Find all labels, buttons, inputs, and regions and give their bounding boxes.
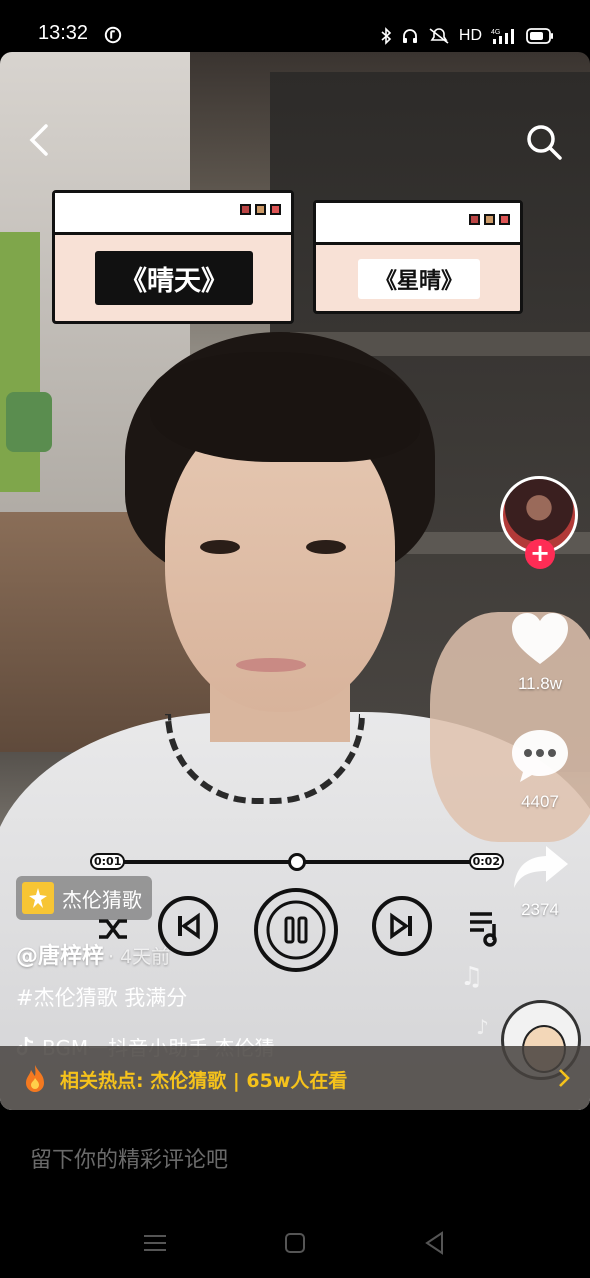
headphones-icon (402, 29, 417, 43)
comment-count: 4407 (521, 792, 559, 811)
music-note-icon: ♫ (460, 962, 484, 992)
search-icon (527, 125, 562, 160)
progress-end-time: 0:02 (468, 853, 504, 870)
chevron-right-icon (559, 1069, 570, 1087)
music-progress-bar: 0:01 0:02 (90, 852, 504, 872)
pause-icon (254, 888, 338, 972)
share-button[interactable]: 2374 (505, 842, 575, 920)
mute-icon (429, 28, 449, 44)
back-triangle-icon[interactable] (420, 1228, 450, 1258)
author-name[interactable]: @唐梓梓 (16, 944, 104, 969)
tiktok-status-icon (104, 26, 122, 44)
home-icon[interactable] (280, 1228, 310, 1258)
song-card-1: 《晴天》 (52, 190, 294, 324)
battery-icon (526, 28, 553, 44)
bluetooth-icon (381, 27, 392, 45)
follow-button[interactable]: + (525, 539, 555, 569)
song-card-title: 《晴天》 (95, 251, 253, 305)
comment-icon (512, 730, 568, 782)
progress-start-time: 0:01 (90, 853, 126, 870)
topic-tag[interactable]: 杰伦猜歌 (16, 876, 152, 920)
post-caption[interactable]: #杰伦猜歌 我满分 (16, 982, 187, 1012)
status-time: 13:32 (38, 22, 89, 44)
comment-button[interactable]: 4407 (505, 728, 575, 812)
progress-knob (288, 853, 306, 871)
song-card-title: 《星晴》 (358, 259, 480, 299)
like-count: 11.8w (517, 674, 563, 693)
signal-icon: 4G (491, 29, 514, 44)
topic-icon (22, 882, 54, 914)
related-hot-topic-bar[interactable]: 相关热点: 杰伦猜歌 | 65w人在看 (0, 1046, 590, 1110)
share-count: 2374 (521, 900, 559, 919)
back-button[interactable] (24, 118, 54, 162)
system-nav-bar (0, 1210, 590, 1278)
svg-text:4G: 4G (491, 29, 500, 36)
search-button[interactable] (524, 122, 564, 162)
post-time: · 4天前 (108, 946, 171, 968)
heart-icon (512, 613, 568, 664)
chevron-left-icon (29, 124, 48, 156)
plus-icon: + (529, 539, 551, 567)
status-icons: HD 4G (380, 24, 554, 48)
share-icon (514, 846, 568, 888)
author-line: @唐梓梓 · 4天前 (16, 938, 170, 970)
music-note-icon: ♪ (476, 1015, 489, 1039)
status-bar: 13:32 HD 4G (0, 0, 590, 52)
next-track-icon (372, 896, 432, 956)
song-card-2: 《星晴》 (313, 200, 523, 314)
like-button[interactable]: 11.8w (505, 612, 575, 694)
hd-label: HD (458, 27, 482, 44)
menu-icon[interactable] (140, 1228, 170, 1258)
topic-tag-label: 杰伦猜歌 (62, 887, 142, 912)
fire-icon (26, 1065, 44, 1092)
hot-topic-text: 相关热点: 杰伦猜歌 | 65w人在看 (60, 1070, 348, 1092)
playlist-icon (466, 908, 502, 948)
comment-input[interactable]: 留下你的精彩评论吧 (30, 1142, 228, 1174)
video-player[interactable]: 《晴天》 《星晴》 0:01 0:02 + 11.8w 4407 2374 ♫ … (0, 52, 590, 1110)
